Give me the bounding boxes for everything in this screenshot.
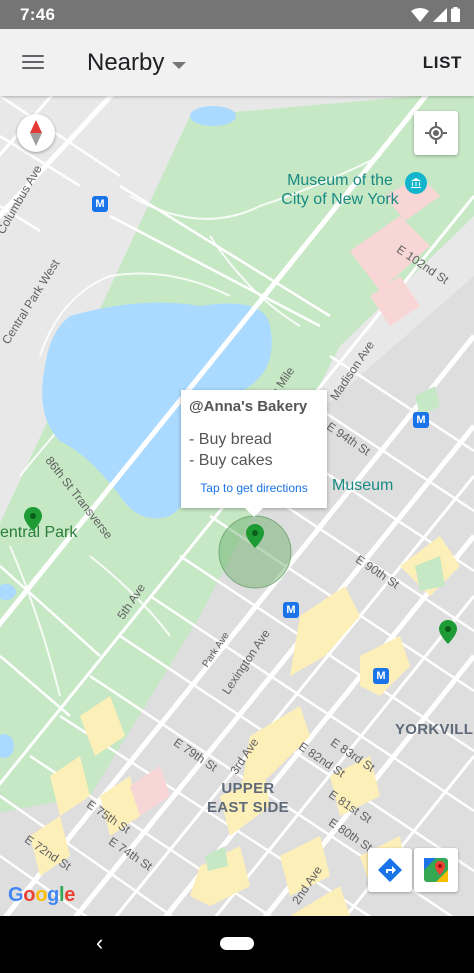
back-button[interactable]: ‹ bbox=[96, 930, 103, 956]
dropdown-caret-icon bbox=[172, 61, 187, 69]
my-location-button[interactable] bbox=[414, 111, 458, 155]
status-time: 7:46 bbox=[20, 4, 56, 24]
google-logo-letter: e bbox=[64, 884, 76, 906]
google-logo-letter: g bbox=[47, 884, 60, 906]
app-bar: Nearby LIST bbox=[0, 29, 474, 96]
info-line: - Buy bread bbox=[189, 431, 272, 448]
menu-icon-bar bbox=[22, 67, 44, 69]
list-button[interactable]: LIST bbox=[423, 53, 462, 73]
title-dropdown[interactable]: Nearby bbox=[87, 49, 187, 77]
map-pin[interactable] bbox=[246, 524, 264, 548]
google-logo-letter: G bbox=[8, 884, 24, 906]
metro-icon[interactable]: M bbox=[92, 196, 108, 212]
wifi-icon bbox=[411, 7, 429, 22]
info-title: @Anna's Bakery bbox=[189, 398, 308, 415]
menu-button[interactable] bbox=[22, 51, 46, 75]
google-logo: Google bbox=[8, 884, 75, 907]
battery-icon bbox=[451, 7, 460, 22]
poi-museum-city-ny-label[interactable]: Museum of the City of New York bbox=[275, 171, 405, 209]
menu-icon-bar bbox=[22, 55, 44, 57]
my-location-icon bbox=[425, 122, 447, 144]
directions-link[interactable]: Tap to get directions bbox=[189, 481, 319, 495]
district-upper-east-side-label: UPPER EAST SIDE bbox=[207, 780, 289, 816]
compass-button[interactable] bbox=[17, 114, 55, 152]
district-yorkville-label: YORKVILLE bbox=[395, 721, 474, 738]
google-maps-icon bbox=[424, 858, 448, 882]
info-window[interactable]: @Anna's Bakery - Buy bread - Buy cakes T… bbox=[181, 390, 327, 517]
info-line: - Buy cakes bbox=[189, 452, 273, 469]
map-pin[interactable] bbox=[439, 620, 457, 644]
app-title: Nearby bbox=[87, 49, 165, 76]
system-nav-bar: ‹ bbox=[0, 916, 474, 973]
museum-glyph bbox=[411, 178, 421, 188]
map-pin[interactable] bbox=[24, 507, 42, 531]
directions-icon bbox=[378, 858, 402, 882]
google-logo-letter: o bbox=[23, 884, 36, 906]
home-button[interactable] bbox=[220, 937, 254, 950]
status-bar: 7:46 bbox=[0, 0, 474, 29]
metro-icon[interactable]: M bbox=[283, 602, 299, 618]
menu-icon-bar bbox=[22, 61, 44, 63]
app-screen: 7:46 Nearby LIST Columbus Ave Central Pa… bbox=[0, 0, 474, 973]
compass-icon bbox=[30, 120, 42, 146]
open-google-maps-button[interactable] bbox=[414, 848, 458, 892]
status-icons bbox=[411, 7, 460, 22]
google-logo-letter: o bbox=[35, 884, 48, 906]
metro-icon[interactable]: M bbox=[373, 668, 389, 684]
poi-museum-label[interactable]: Museum bbox=[332, 476, 393, 495]
museum-icon[interactable] bbox=[405, 172, 427, 194]
signal-icon bbox=[433, 7, 447, 22]
metro-icon[interactable]: M bbox=[413, 412, 429, 428]
directions-button[interactable] bbox=[368, 848, 412, 892]
poi-name: Museum of the City of New York bbox=[281, 172, 399, 208]
